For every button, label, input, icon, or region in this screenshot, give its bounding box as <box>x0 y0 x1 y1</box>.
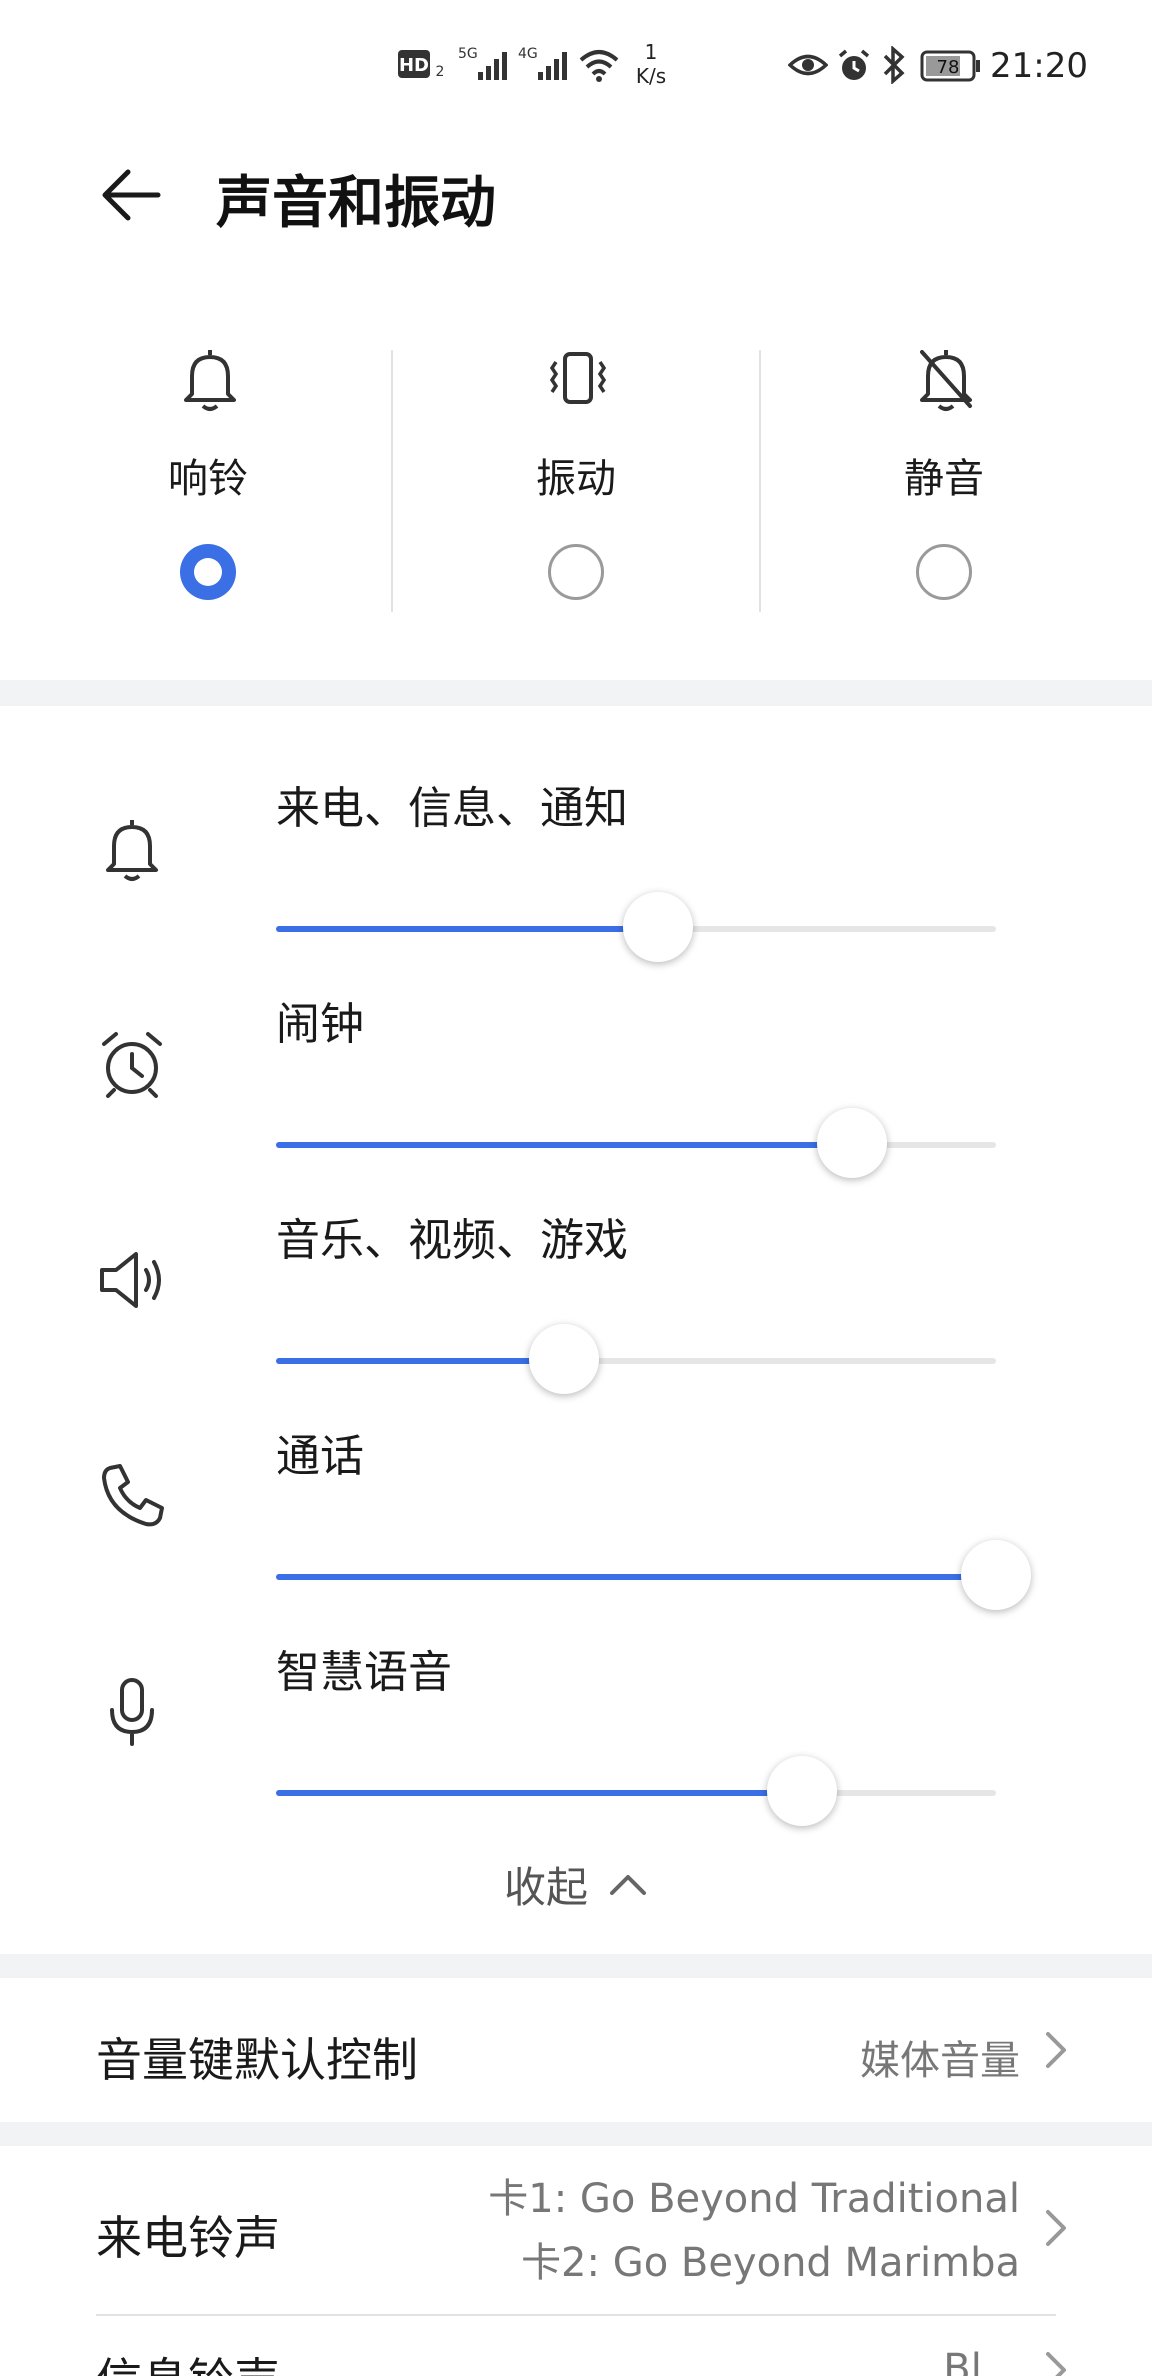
volume-row-media: 音乐、视频、游戏 <box>0 1182 1152 1398</box>
volume-row-voice: 智慧语音 <box>0 1614 1152 1830</box>
chevron-right-icon <box>1046 2210 1066 2246</box>
svg-text:78: 78 <box>937 57 960 78</box>
volume-slider[interactable] <box>276 1756 996 1826</box>
vibrate-icon <box>549 352 607 404</box>
volume-label: 来电、信息、通知 <box>276 783 628 834</box>
volume-fill <box>276 1142 852 1148</box>
svg-text:2: 2 <box>436 64 445 80</box>
microphone-icon <box>110 1678 154 1746</box>
ringtone-section: 来电铃声 卡1: Go Beyond Traditional 卡2: Go Be… <box>0 2146 1152 2376</box>
volume-fill <box>276 1358 564 1364</box>
volume-thumb[interactable] <box>766 1756 837 1826</box>
bell-icon <box>106 820 158 881</box>
volume-label: 闹钟 <box>276 999 364 1050</box>
mode-ring-label: 响铃 <box>168 456 248 502</box>
volume-slider[interactable] <box>276 1324 996 1394</box>
volume-fill <box>276 1574 996 1580</box>
network-speed-unit: K/s <box>635 64 667 88</box>
bluetooth-icon <box>883 46 905 84</box>
page-title: 声音和振动 <box>216 171 496 236</box>
volume-slider[interactable] <box>276 892 996 962</box>
svg-text:4G: 4G <box>518 46 538 62</box>
volume-fill <box>276 926 658 932</box>
mode-silent[interactable]: 静音 <box>760 320 1128 620</box>
alarm-clock-icon <box>102 1032 162 1098</box>
ringtone-sim1: 卡1: Go Beyond Traditional <box>488 2176 1020 2222</box>
speaker-icon <box>100 1252 161 1308</box>
volume-label: 智慧语音 <box>276 1647 452 1698</box>
network-speed-value: 1 <box>644 40 658 64</box>
chevron-up-icon <box>610 1874 646 1895</box>
mode-ring-radio[interactable] <box>180 544 236 600</box>
mode-ring[interactable]: 响铃 <box>24 320 392 620</box>
bell-off-icon <box>920 350 972 411</box>
volume-key-row[interactable]: 音量键默认控制 媒体音量 <box>0 1978 1152 2122</box>
volume-thumb[interactable] <box>961 1540 1031 1610</box>
signal-5g-icon: 5G <box>458 46 507 80</box>
phone-icon <box>102 1464 164 1527</box>
volume-key-label: 音量键默认控制 <box>96 2033 418 2087</box>
mode-vibrate-label: 振动 <box>536 456 616 502</box>
volume-label: 音乐、视频、游戏 <box>276 1215 628 1266</box>
volume-slider[interactable] <box>276 1108 996 1178</box>
volume-row-call: 通话 <box>0 1398 1152 1614</box>
volume-row-notifications: 来电、信息、通知 <box>0 750 1152 966</box>
status-bar: HD 2 5G 4G 1 K/s 78 21:20 <box>0 0 1152 130</box>
back-arrow-icon[interactable] <box>96 160 166 230</box>
bell-icon <box>184 350 236 411</box>
chevron-right-icon <box>1046 2352 1066 2376</box>
message-tone-label: 信息铃声 <box>96 2344 280 2376</box>
volume-slider[interactable] <box>276 1540 1031 1610</box>
eye-icon <box>788 54 828 76</box>
hd-icon: HD 2 <box>398 50 445 80</box>
mode-silent-radio[interactable] <box>916 544 972 600</box>
volume-panel: 来电、信息、通知 闹钟 音乐、视频、游戏 通话 智慧语音 收起 <box>0 706 1152 1954</box>
mode-silent-label: 静音 <box>904 456 984 502</box>
mode-vibrate[interactable]: 振动 <box>392 320 760 620</box>
mode-vibrate-radio[interactable] <box>548 544 604 600</box>
volume-fill <box>276 1790 802 1796</box>
collapse-button[interactable]: 收起 <box>0 1854 1152 1924</box>
wifi-icon <box>579 50 619 82</box>
ringtone-row[interactable]: 来电铃声 卡1: Go Beyond Traditional 卡2: Go Be… <box>0 2146 1152 2314</box>
ringtone-label: 来电铃声 <box>96 2211 280 2265</box>
message-tone-row[interactable]: 信息铃声 Bl... <box>0 2316 1152 2376</box>
app-header <box>0 130 1152 320</box>
volume-thumb[interactable] <box>529 1324 599 1394</box>
collapse-label: 收起 <box>503 1863 588 1912</box>
volume-thumb[interactable] <box>622 892 693 962</box>
volume-thumb[interactable] <box>817 1108 887 1178</box>
volume-label: 通话 <box>276 1431 364 1482</box>
svg-text:HD: HD <box>399 55 429 76</box>
status-time: 21:20 <box>990 46 1088 86</box>
ringtone-sim2: 卡2: Go Beyond Marimba <box>521 2240 1020 2286</box>
network-speed: 1 K/s <box>628 40 674 88</box>
chevron-right-icon <box>1046 2032 1066 2068</box>
battery-icon: 78 <box>920 50 980 82</box>
signal-4g-icon: 4G <box>518 46 567 80</box>
svg-text:5G: 5G <box>458 46 478 62</box>
alarm-icon <box>838 49 870 80</box>
volume-row-alarm: 闹钟 <box>0 966 1152 1182</box>
volume-key-value: 媒体音量 <box>860 2038 1020 2084</box>
sound-mode-panel: 响铃 振动 静音 <box>0 320 1152 680</box>
message-tone-value: Bl... <box>943 2346 1020 2376</box>
